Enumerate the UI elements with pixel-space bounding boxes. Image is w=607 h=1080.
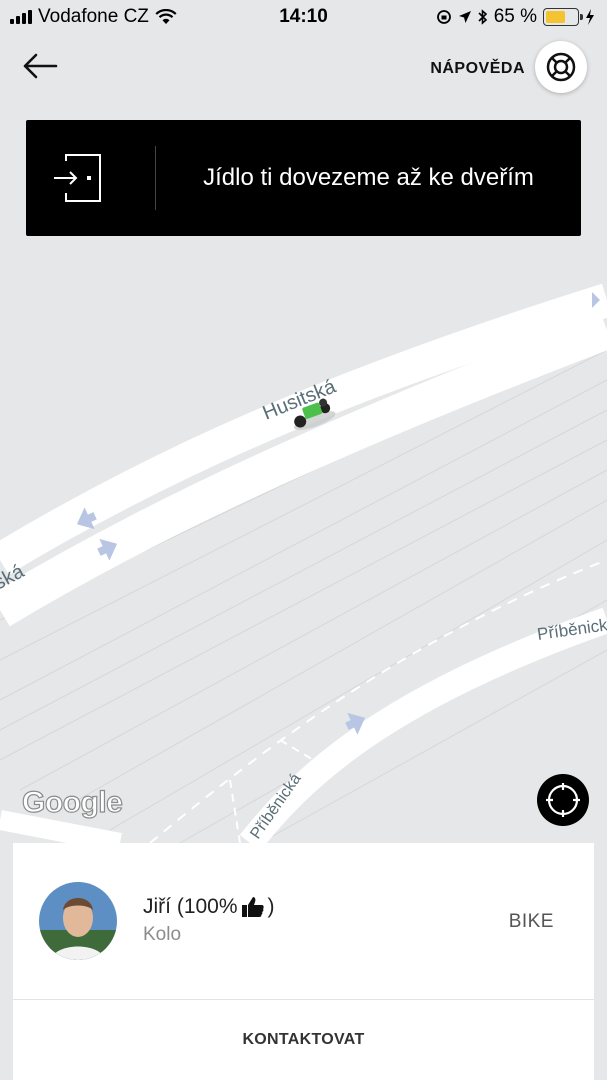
courier-name: Jiří (100% ) [143, 895, 275, 919]
avatar [39, 882, 117, 960]
courier-panel: Jiří (100% ) Kolo BIKE KONTAKTOVAT [13, 843, 594, 1080]
courier-name-closing: ) [267, 895, 275, 918]
help-label[interactable]: NÁPOVĚDA [430, 60, 525, 78]
rotation-lock-icon [436, 10, 451, 24]
thumbs-up-icon [241, 897, 264, 917]
lifebuoy-icon [546, 52, 576, 82]
location-arrow-icon [458, 11, 471, 23]
cellular-signal-icon [10, 10, 32, 24]
delivery-banner: Jídlo ti dovezeme až ke dveřím [26, 120, 581, 236]
help-button[interactable] [535, 41, 587, 93]
courier-name-text: Jiří (100% [143, 895, 238, 918]
battery-percent: 65 % [493, 6, 537, 27]
battery-icon [543, 8, 583, 26]
arrow-left-icon [23, 53, 58, 79]
google-logo: Google [21, 785, 123, 819]
contact-button[interactable]: KONTAKTOVAT [13, 1000, 594, 1080]
banner-text: Jídlo ti dovezeme až ke dveřím [203, 164, 534, 191]
charging-bolt-icon [586, 9, 594, 25]
vehicle-type: BIKE [508, 911, 554, 932]
door-enter-icon [54, 154, 101, 202]
carrier-name: Vodafone CZ [38, 6, 149, 27]
courier-vehicle: Kolo [143, 924, 182, 945]
wifi-icon [155, 9, 177, 24]
battery-fill [546, 11, 565, 23]
status-bar: Vodafone CZ 14:10 65 % [0, 0, 607, 36]
locate-icon [546, 783, 580, 817]
back-button[interactable] [20, 48, 60, 84]
bluetooth-icon [478, 9, 487, 25]
recenter-button[interactable] [537, 774, 589, 826]
